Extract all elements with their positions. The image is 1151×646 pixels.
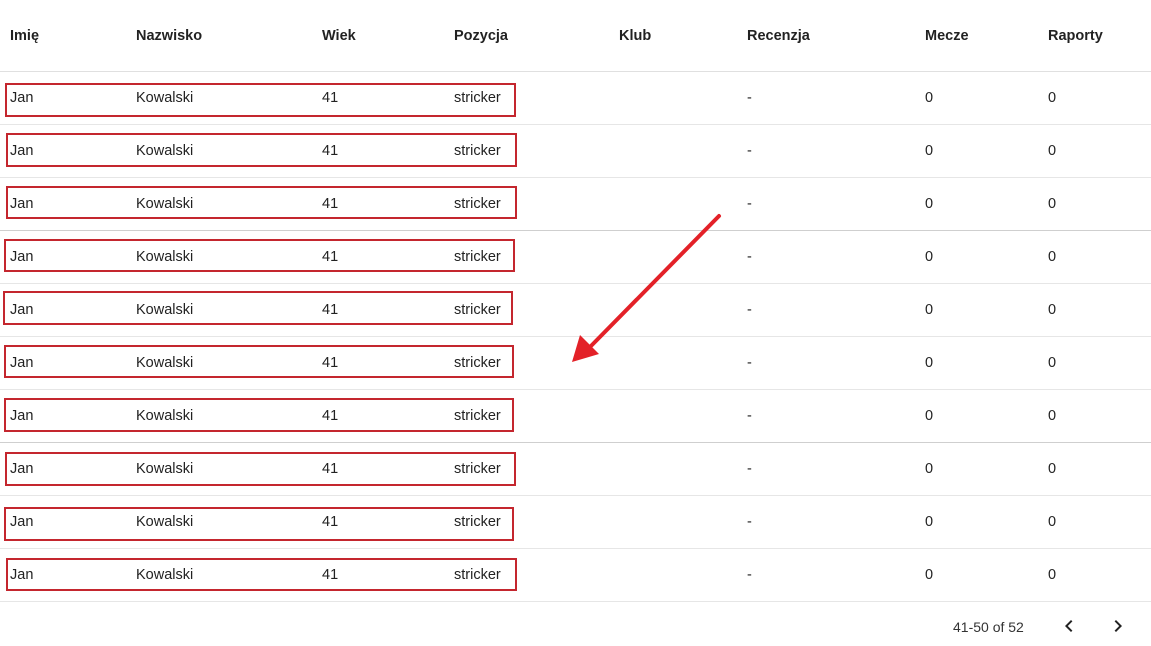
cell-recenzja: - xyxy=(747,355,752,371)
pagination-range: 41-50 of 52 xyxy=(953,619,1024,635)
header-nazwisko[interactable]: Nazwisko xyxy=(136,28,202,44)
cell-nazwisko: Kowalski xyxy=(136,249,194,265)
cell-recenzja: - xyxy=(747,514,752,530)
pagination: 41-50 of 52 xyxy=(0,602,1151,646)
cell-imie: Jan xyxy=(10,143,34,159)
table-row[interactable]: Jan Kowalski 41 stricker - 0 0 xyxy=(0,496,1151,549)
header-klub[interactable]: Klub xyxy=(619,28,651,44)
cell-wiek: 41 xyxy=(322,461,339,477)
cell-nazwisko: Kowalski xyxy=(136,355,194,371)
cell-pozycja: stricker xyxy=(454,567,501,583)
cell-pozycja: stricker xyxy=(454,196,501,212)
cell-nazwisko: Kowalski xyxy=(136,408,194,424)
cell-recenzja: - xyxy=(747,567,752,583)
cell-mecze: 0 xyxy=(925,567,934,583)
cell-wiek: 41 xyxy=(322,302,339,318)
cell-nazwisko: Kowalski xyxy=(136,143,194,159)
cell-wiek: 41 xyxy=(322,249,339,265)
cell-recenzja: - xyxy=(747,249,752,265)
table-row[interactable]: Jan Kowalski 41 stricker - 0 0 xyxy=(0,443,1151,496)
cell-raporty: 0 xyxy=(1048,408,1057,424)
cell-pozycja: stricker xyxy=(454,355,501,371)
cell-mecze: 0 xyxy=(925,408,934,424)
cell-mecze: 0 xyxy=(925,196,934,212)
cell-imie: Jan xyxy=(10,249,34,265)
cell-raporty: 0 xyxy=(1048,302,1057,318)
table-row[interactable]: Jan Kowalski 41 stricker - 0 0 xyxy=(0,284,1151,337)
players-table: Imię Nazwisko Wiek Pozycja Klub Recenzja… xyxy=(0,0,1151,602)
table-header-row: Imię Nazwisko Wiek Pozycja Klub Recenzja… xyxy=(0,0,1151,72)
cell-pozycja: stricker xyxy=(454,302,501,318)
cell-nazwisko: Kowalski xyxy=(136,514,194,530)
chevron-right-icon xyxy=(1114,620,1122,632)
cell-nazwisko: Kowalski xyxy=(136,196,194,212)
cell-wiek: 41 xyxy=(322,514,339,530)
cell-raporty: 0 xyxy=(1048,567,1057,583)
cell-raporty: 0 xyxy=(1048,143,1057,159)
cell-pozycja: stricker xyxy=(454,461,501,477)
cell-mecze: 0 xyxy=(925,143,934,159)
cell-mecze: 0 xyxy=(925,249,934,265)
cell-mecze: 0 xyxy=(925,90,934,106)
cell-recenzja: - xyxy=(747,461,752,477)
header-recenzja[interactable]: Recenzja xyxy=(747,28,810,44)
cell-wiek: 41 xyxy=(322,90,339,106)
header-mecze[interactable]: Mecze xyxy=(925,28,969,44)
cell-wiek: 41 xyxy=(322,408,339,424)
table-row[interactable]: Jan Kowalski 41 stricker - 0 0 xyxy=(0,337,1151,390)
table-row[interactable]: Jan Kowalski 41 stricker - 0 0 xyxy=(0,72,1151,125)
cell-pozycja: stricker xyxy=(454,408,501,424)
cell-nazwisko: Kowalski xyxy=(136,461,194,477)
cell-imie: Jan xyxy=(10,461,34,477)
cell-recenzja: - xyxy=(747,408,752,424)
table-row[interactable]: Jan Kowalski 41 stricker - 0 0 xyxy=(0,231,1151,284)
cell-raporty: 0 xyxy=(1048,90,1057,106)
table-row[interactable]: Jan Kowalski 41 stricker - 0 0 xyxy=(0,549,1151,602)
cell-pozycja: stricker xyxy=(454,90,501,106)
cell-pozycja: stricker xyxy=(454,514,501,530)
header-imie[interactable]: Imię xyxy=(10,28,39,44)
cell-wiek: 41 xyxy=(322,196,339,212)
cell-wiek: 41 xyxy=(322,355,339,371)
cell-imie: Jan xyxy=(10,196,34,212)
cell-nazwisko: Kowalski xyxy=(136,90,194,106)
cell-imie: Jan xyxy=(10,408,34,424)
table-row[interactable]: Jan Kowalski 41 stricker - 0 0 xyxy=(0,390,1151,443)
cell-mecze: 0 xyxy=(925,355,934,371)
cell-pozycja: stricker xyxy=(454,143,501,159)
chevron-left-icon xyxy=(1065,620,1073,632)
table-body: Jan Kowalski 41 stricker - 0 0 Jan Kowalski 41 str… xyxy=(0,72,1151,602)
cell-nazwisko: Kowalski xyxy=(136,302,194,318)
cell-imie: Jan xyxy=(10,514,34,530)
cell-nazwisko: Kowalski xyxy=(136,567,194,583)
cell-raporty: 0 xyxy=(1048,514,1057,530)
cell-mecze: 0 xyxy=(925,461,934,477)
cell-pozycja: stricker xyxy=(454,249,501,265)
previous-page-button[interactable] xyxy=(1057,614,1081,638)
cell-wiek: 41 xyxy=(322,143,339,159)
cell-recenzja: - xyxy=(747,90,752,106)
table-row[interactable]: Jan Kowalski 41 stricker - 0 0 xyxy=(0,125,1151,178)
cell-wiek: 41 xyxy=(322,567,339,583)
cell-recenzja: - xyxy=(747,196,752,212)
table-row[interactable]: Jan Kowalski 41 stricker - 0 0 xyxy=(0,178,1151,231)
cell-imie: Jan xyxy=(10,90,34,106)
cell-raporty: 0 xyxy=(1048,461,1057,477)
cell-imie: Jan xyxy=(10,355,34,371)
cell-raporty: 0 xyxy=(1048,355,1057,371)
cell-raporty: 0 xyxy=(1048,196,1057,212)
cell-mecze: 0 xyxy=(925,514,934,530)
header-pozycja[interactable]: Pozycja xyxy=(454,28,508,44)
next-page-button[interactable] xyxy=(1106,614,1130,638)
cell-recenzja: - xyxy=(747,143,752,159)
cell-mecze: 0 xyxy=(925,302,934,318)
cell-recenzja: - xyxy=(747,302,752,318)
cell-imie: Jan xyxy=(10,567,34,583)
header-raporty[interactable]: Raporty xyxy=(1048,28,1103,44)
cell-raporty: 0 xyxy=(1048,249,1057,265)
header-wiek[interactable]: Wiek xyxy=(322,28,356,44)
cell-imie: Jan xyxy=(10,302,34,318)
